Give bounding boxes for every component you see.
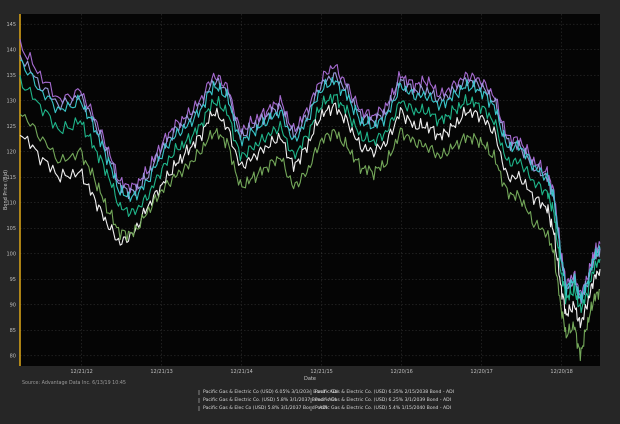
x-tick-label: 12/20/18 [550, 369, 572, 375]
x-tick-label: 12/21/13 [150, 369, 172, 375]
legend-item: Pacific Gas & Electric Co. (USD) 6.35% 2… [310, 390, 454, 395]
x-tick-label: 12/21/14 [230, 369, 252, 375]
y-tick-label: 80 [10, 353, 16, 359]
legend-swatch [198, 390, 200, 395]
x-tick-label: 12/21/12 [70, 369, 92, 375]
y-tick-label: 135 [6, 73, 16, 79]
y-tick-label: 90 [10, 302, 16, 308]
legend-swatch [198, 398, 200, 403]
y-tick-label: 85 [10, 328, 16, 334]
legend-swatch [310, 398, 312, 403]
y-tick-label: 130 [6, 98, 16, 104]
x-axis-ticks: 12/21/12 12/21/13 12/21/14 12/21/15 12/20/16… [70, 369, 573, 375]
legend-item: Pacific Gas & Electric Co. (USD) 6.25% 3… [310, 398, 451, 403]
y-tick-label: 140 [6, 47, 16, 53]
legend-label: Pacific Gas & Elec Co (USD) 5.8% 3/1/203… [203, 406, 328, 411]
y-tick-label: 95 [10, 277, 16, 283]
y-tick-label: 100 [6, 251, 16, 257]
x-tick-label: 12/20/16 [390, 369, 412, 375]
plot-area [20, 14, 600, 366]
legend-item: Pacific Gas & Electric Co (USD) 6.05% 3/… [198, 390, 338, 395]
chart-svg: 80859095100105110115120125130135140145 1… [3, 14, 601, 382]
x-tick-label: 12/20/17 [470, 369, 492, 375]
legend-label: Pacific Gas & Electric Co. (USD) 6.25% 3… [315, 398, 452, 403]
y-tick-label: 120 [6, 149, 16, 155]
y-tick-label: 125 [6, 124, 16, 130]
x-axis-label: Date [304, 376, 316, 382]
legend-item: Pacific Gas & Electric Co. (USD) 5.4% 1/… [310, 406, 451, 411]
legend-label: Pacific Gas & Electric Co. (USD) 5.4% 1/… [315, 406, 452, 411]
legend-item: Pacific Gas & Elec Co (USD) 5.8% 3/1/203… [198, 406, 327, 411]
x-tick-label: 12/21/15 [310, 369, 332, 375]
legend-item: Pacific Gas & Electric Co. (USD) 5.8% 3/… [198, 398, 336, 403]
chart: 80 85 90 95 100 105 110 115 120 125 130 135 140 145 1… [0, 0, 620, 420]
legend: Pacific Gas & Electric Co (USD) 6.05% 3/… [198, 390, 454, 411]
legend-swatch [310, 390, 312, 395]
legend-swatch [310, 406, 312, 411]
legend-swatch [198, 406, 200, 411]
source-note: Source: Advantage Data Inc. 6/13/19 10:4… [22, 381, 126, 386]
y-tick-label: 145 [6, 22, 16, 28]
y-axis-label: Bond Price (Bid) [3, 170, 9, 210]
y-tick-label: 105 [6, 226, 16, 232]
legend-label: Pacific Gas & Electric Co. (USD) 6.35% 2… [315, 390, 455, 395]
